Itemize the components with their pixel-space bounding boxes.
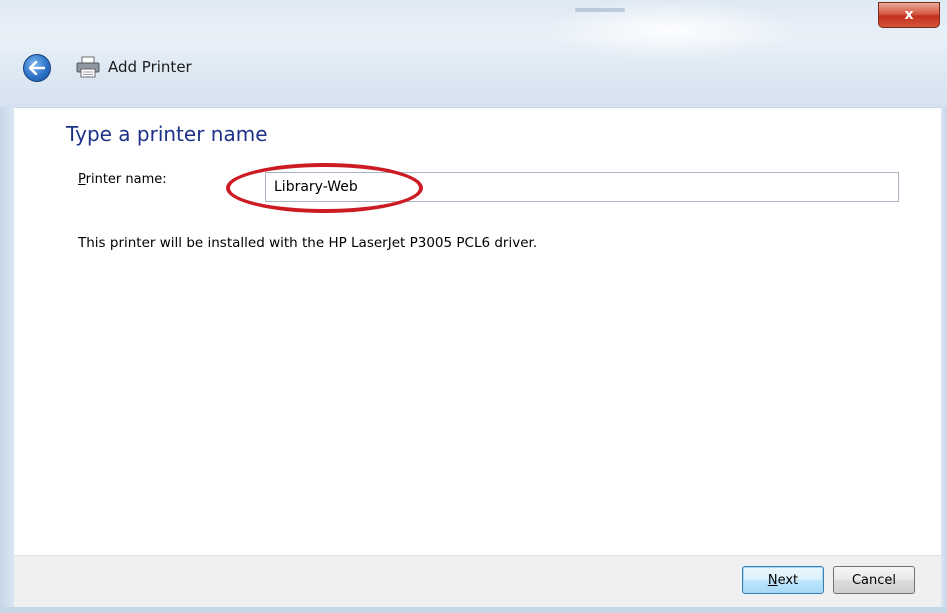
window-border-right	[941, 107, 947, 613]
printer-name-input[interactable]	[265, 172, 899, 202]
close-button[interactable]: x	[878, 2, 940, 28]
next-button[interactable]: Next	[742, 566, 824, 594]
printer-name-label-accesskey: P	[78, 172, 86, 187]
add-printer-window: x Add Printer Type a printer name Printe…	[0, 0, 947, 613]
page-heading: Type a printer name	[66, 122, 268, 146]
printer-name-label-text: rinter name:	[85, 172, 167, 187]
window-border-bottom	[0, 607, 947, 613]
window-title: Add Printer	[108, 58, 192, 76]
back-button[interactable]	[23, 54, 51, 82]
printer-icon	[76, 56, 100, 78]
next-button-label: ext	[777, 572, 799, 588]
close-icon: x	[904, 7, 914, 23]
printer-name-label: Printer name:	[78, 172, 167, 187]
driver-info-text: This printer will be installed with the …	[78, 235, 538, 251]
back-arrow-icon	[29, 61, 45, 75]
title-bar	[0, 0, 947, 107]
window-border-left	[0, 107, 14, 613]
next-button-accesskey: N	[767, 572, 778, 588]
cancel-button-label: Cancel	[851, 572, 897, 588]
cancel-button[interactable]: Cancel	[833, 566, 915, 594]
